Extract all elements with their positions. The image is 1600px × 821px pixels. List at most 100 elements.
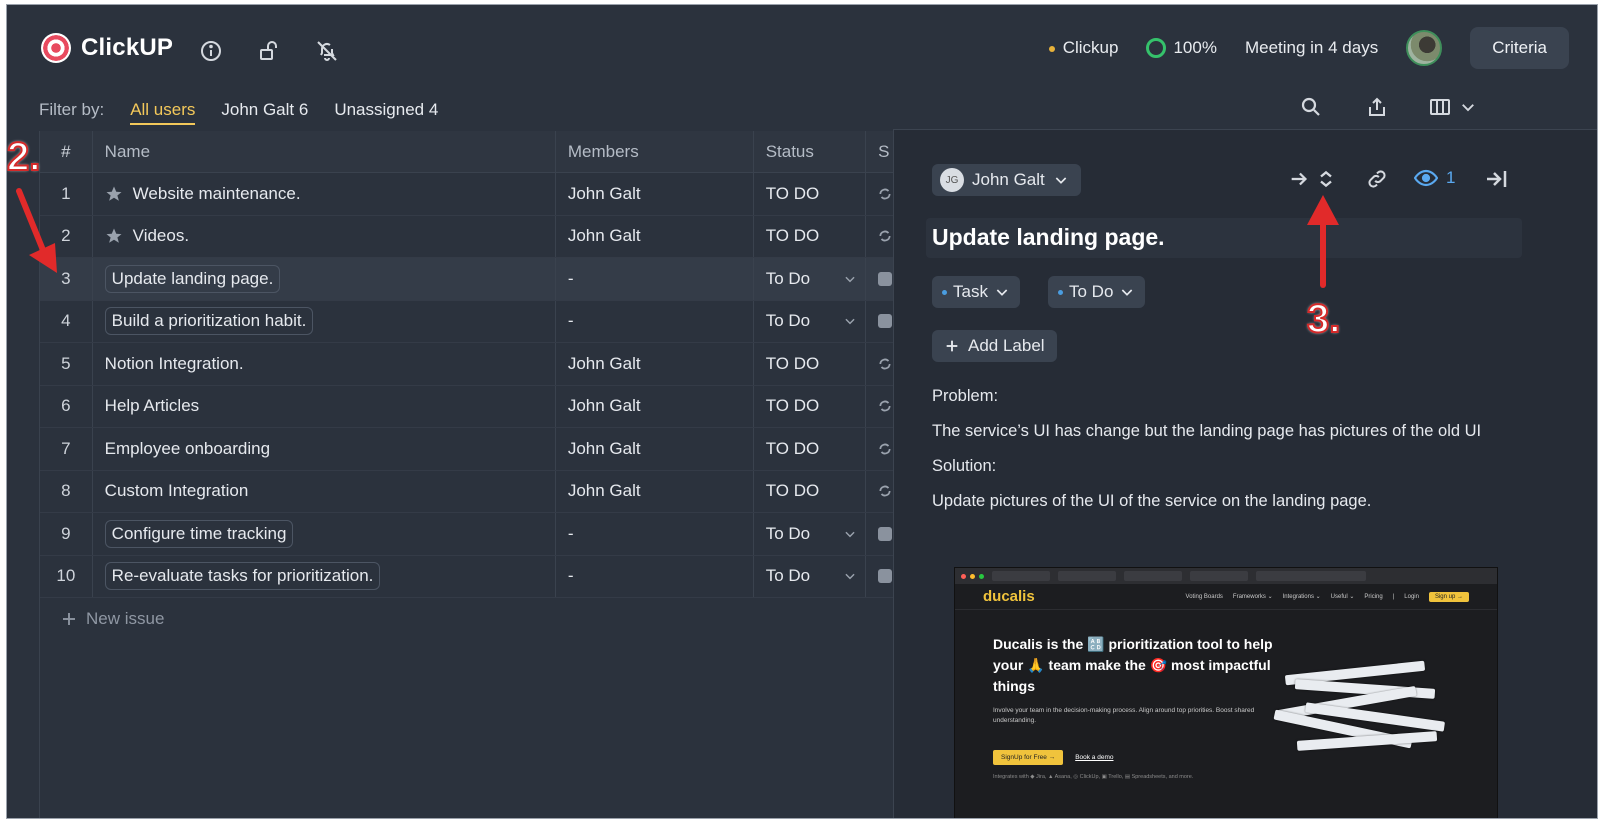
status-cell[interactable]: To Do	[752, 300, 865, 342]
table-row[interactable]: 4 Build a prioritization habit. - To Do	[40, 300, 895, 343]
criteria-button[interactable]: Criteria	[1470, 27, 1569, 69]
s-cell[interactable]	[865, 513, 895, 555]
table-row[interactable]: 5 Notion Integration. John Galt TO DO	[40, 343, 895, 386]
members-cell[interactable]: John Galt	[554, 470, 753, 512]
status-cell[interactable]: To Do	[752, 513, 865, 555]
assignee-dropdown[interactable]: JG John Galt	[932, 164, 1081, 196]
s-column-icon[interactable]	[878, 271, 893, 286]
issue-name[interactable]: Videos.	[133, 226, 189, 246]
sync-icon[interactable]	[878, 399, 892, 413]
members-cell[interactable]: -	[554, 555, 753, 597]
table-row[interactable]: 1 Website maintenance. John Galt TO DO	[40, 173, 895, 216]
status-cell[interactable]: TO DO	[752, 385, 865, 427]
sync-icon[interactable]	[878, 442, 892, 456]
star-icon[interactable]	[105, 185, 123, 203]
name-cell[interactable]: Build a prioritization habit.	[91, 300, 555, 342]
filter-unassigned[interactable]: Unassigned 4	[334, 100, 438, 120]
issue-name[interactable]: Notion Integration.	[105, 354, 244, 374]
s-cell[interactable]	[865, 343, 895, 385]
status-cell[interactable]: TO DO	[752, 343, 865, 385]
chevron-down-icon[interactable]	[843, 272, 857, 286]
table-row[interactable]: 6 Help Articles John Galt TO DO	[40, 385, 895, 428]
name-cell[interactable]: Custom Integration	[91, 470, 555, 512]
bell-off-icon[interactable]	[315, 39, 339, 63]
name-cell[interactable]: Videos.	[91, 215, 555, 257]
s-column-icon[interactable]	[878, 569, 893, 584]
user-avatar[interactable]	[1406, 30, 1443, 66]
issue-name[interactable]: Employee onboarding	[105, 439, 270, 459]
members-cell[interactable]: -	[554, 300, 753, 342]
workspace-indicator[interactable]: Clickup	[1048, 38, 1118, 58]
status-cell[interactable]: TO DO	[752, 428, 865, 470]
members-cell[interactable]: John Galt	[554, 343, 753, 385]
s-cell[interactable]	[865, 300, 895, 342]
star-icon[interactable]	[105, 227, 123, 245]
app-logo[interactable]: ClickUP	[41, 33, 173, 63]
name-cell[interactable]: Website maintenance.	[91, 173, 555, 215]
members-cell[interactable]: John Galt	[554, 173, 753, 215]
name-cell[interactable]: Re-evaluate tasks for prioritization.	[91, 555, 555, 597]
chevron-down-icon[interactable]	[843, 527, 857, 541]
status-cell[interactable]: TO DO	[752, 215, 865, 257]
filter-all-users[interactable]: All users	[130, 100, 196, 125]
table-row[interactable]: 7 Employee onboarding John Galt TO DO	[40, 428, 895, 471]
s-cell[interactable]	[865, 173, 895, 215]
chevron-down-icon[interactable]	[843, 569, 857, 583]
issue-name[interactable]: Build a prioritization habit.	[104, 307, 314, 336]
members-cell[interactable]: John Galt	[554, 385, 753, 427]
issue-name[interactable]: Help Articles	[105, 396, 199, 416]
name-cell[interactable]: Configure time tracking	[91, 513, 555, 555]
table-row[interactable]: 8 Custom Integration John Galt TO DO	[40, 470, 895, 513]
s-cell[interactable]	[865, 258, 895, 300]
issue-name[interactable]: Website maintenance.	[133, 184, 301, 204]
column-header-name[interactable]: Name	[91, 131, 555, 172]
members-cell[interactable]: -	[554, 258, 753, 300]
columns-icon[interactable]	[1427, 95, 1453, 119]
table-row[interactable]: 10 Re-evaluate tasks for prioritization.…	[40, 555, 895, 598]
s-cell[interactable]	[865, 428, 895, 470]
description-screenshot[interactable]: ducalis Voting Boards Frameworks ⌄ Integ…	[954, 567, 1498, 818]
chevron-down-icon[interactable]	[843, 314, 857, 328]
table-row[interactable]: 3 Update landing page. - To Do	[40, 258, 895, 301]
members-cell[interactable]: -	[554, 513, 753, 555]
issue-name[interactable]: Configure time tracking	[104, 519, 294, 548]
status-cell[interactable]: TO DO	[752, 470, 865, 512]
expand-collapse-icon[interactable]	[1316, 166, 1336, 192]
s-column-icon[interactable]	[878, 526, 893, 541]
meeting-countdown[interactable]: Meeting in 4 days	[1245, 38, 1378, 58]
sync-icon[interactable]	[878, 484, 892, 498]
issue-name[interactable]: Update landing page.	[104, 264, 281, 293]
filter-john-galt[interactable]: John Galt 6	[221, 100, 308, 120]
s-cell[interactable]	[865, 555, 895, 597]
s-cell[interactable]	[865, 385, 895, 427]
search-icon[interactable]	[1299, 95, 1323, 119]
status-cell[interactable]: TO DO	[752, 173, 865, 215]
watchers-indicator[interactable]: 1	[1414, 168, 1455, 188]
issue-type-dropdown[interactable]: Task	[932, 276, 1020, 308]
name-cell[interactable]: Update landing page.	[91, 258, 555, 300]
name-cell[interactable]: Notion Integration.	[91, 343, 555, 385]
info-icon[interactable]	[199, 39, 223, 63]
status-cell[interactable]: To Do	[752, 258, 865, 300]
new-issue-button[interactable]: New issue	[40, 598, 895, 640]
issue-name[interactable]: Custom Integration	[105, 481, 249, 501]
issue-description[interactable]: Problem: The service’s UI has change but…	[932, 384, 1502, 524]
status-cell[interactable]: To Do	[752, 555, 865, 597]
unlock-icon[interactable]	[257, 39, 281, 63]
column-header-number[interactable]: #	[40, 142, 92, 162]
column-header-members[interactable]: Members	[554, 131, 753, 172]
issue-title[interactable]: Update landing page.	[926, 218, 1522, 258]
issue-status-dropdown[interactable]: To Do	[1048, 276, 1146, 308]
name-cell[interactable]: Help Articles	[91, 385, 555, 427]
members-cell[interactable]: John Galt	[554, 428, 753, 470]
name-cell[interactable]: Employee onboarding	[91, 428, 555, 470]
table-row[interactable]: 2 Videos. John Galt TO DO	[40, 215, 895, 258]
s-cell[interactable]	[865, 470, 895, 512]
s-cell[interactable]	[865, 215, 895, 257]
sync-icon[interactable]	[878, 187, 892, 201]
members-cell[interactable]: John Galt	[554, 215, 753, 257]
table-row[interactable]: 9 Configure time tracking - To Do	[40, 513, 895, 556]
arrow-right-icon[interactable]	[1288, 166, 1310, 192]
sync-icon[interactable]	[878, 357, 892, 371]
column-header-status[interactable]: Status	[752, 131, 865, 172]
